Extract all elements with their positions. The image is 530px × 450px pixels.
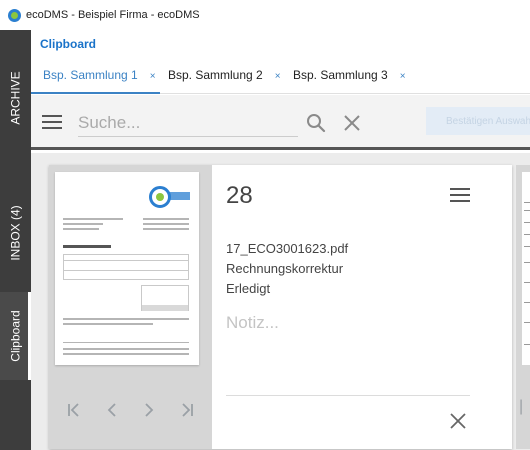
thumbnail-text-line	[63, 318, 189, 320]
next-page-icon[interactable]	[136, 397, 162, 423]
tab-collection-1[interactable]: Bsp. Sammlung 1 ×	[31, 68, 160, 94]
thumbnail-text-line	[143, 218, 189, 220]
document-thumbnail[interactable]	[55, 172, 199, 365]
document-filename: 17_ECO3001623.pdf	[226, 241, 349, 256]
thumbnail-text-line	[524, 234, 530, 235]
document-card-area: 28 17_ECO3001623.pdf Rechnungskorrektur …	[31, 153, 530, 450]
document-menu-icon[interactable]	[450, 188, 470, 202]
thumbnail-text-line	[63, 218, 123, 220]
first-page-icon[interactable]	[61, 397, 87, 423]
close-icon[interactable]: ×	[150, 71, 156, 82]
tab-collection-3-label: Bsp. Sammlung 3	[293, 68, 388, 82]
clipboard-view: Clipboard Bsp. Sammlung 1 × Bsp. Sammlung…	[31, 30, 530, 450]
window-title: ecoDMS - Beispiel Firma - ecoDMS	[26, 9, 200, 21]
thumbnail-heading	[63, 245, 111, 248]
first-page-icon[interactable]: |	[519, 398, 523, 416]
thumbnail-text-line	[524, 262, 530, 263]
search-bar: Bestätigen Auswahl	[31, 95, 530, 150]
thumbnail-footer-line	[63, 348, 189, 350]
tab-collection-2[interactable]: Bsp. Sammlung 2 ×	[168, 68, 281, 94]
thumbnail-text-line	[524, 202, 530, 203]
document-type: Rechnungskorrektur	[226, 261, 344, 276]
tab-collection-1-label: Bsp. Sammlung 1	[43, 68, 138, 82]
last-page-icon[interactable]	[174, 397, 200, 423]
document-details: 28 17_ECO3001623.pdf Rechnungskorrektur …	[212, 165, 512, 449]
tab-collection-2-label: Bsp. Sammlung 2	[168, 68, 263, 82]
thumbnail-brand-mark	[168, 192, 190, 200]
rail-tab-clipboard-label: Clipboard	[8, 310, 23, 362]
thumbnail-text-line	[143, 228, 189, 230]
search-icon[interactable]	[306, 113, 326, 133]
next-document-card[interactable]: |	[516, 165, 530, 449]
clear-search-icon[interactable]	[343, 114, 361, 132]
thumbnail-text-line	[524, 246, 530, 247]
rail-tab-inbox-label: INBOX (4)	[8, 205, 23, 261]
rail-tab-clipboard[interactable]: Clipboard	[0, 292, 31, 380]
document-preview-panel	[49, 165, 212, 449]
window-titlebar: ecoDMS - Beispiel Firma - ecoDMS	[0, 0, 530, 30]
collection-tabs: Bsp. Sammlung 1 × Bsp. Sammlung 2 × Bsp. S…	[31, 58, 530, 94]
document-number: 28	[226, 182, 253, 209]
page-title: Clipboard	[40, 37, 96, 51]
previous-page-icon[interactable]	[99, 397, 125, 423]
thumbnail-text-line	[63, 323, 153, 325]
remove-from-clipboard-icon[interactable]	[446, 409, 470, 433]
left-rail: ARCHIVE INBOX (4) Clipboard	[0, 30, 31, 450]
thumbnail-text-line	[524, 282, 530, 283]
card-divider	[226, 395, 470, 396]
thumbnail-text-line	[63, 223, 103, 225]
note-input[interactable]	[226, 309, 470, 337]
menu-icon[interactable]	[42, 115, 62, 129]
ecodms-logo-icon	[8, 8, 21, 22]
tab-collection-3[interactable]: Bsp. Sammlung 3 ×	[293, 68, 406, 94]
thumbnail-footer-line	[63, 353, 189, 355]
page-navigation	[49, 371, 212, 449]
thumbnail-text-line	[524, 344, 530, 345]
thumbnail-totals	[141, 285, 189, 311]
thumbnail-text-line	[524, 302, 530, 303]
close-icon[interactable]: ×	[275, 71, 281, 82]
document-status: Erledigt	[226, 281, 271, 296]
close-icon[interactable]: ×	[400, 71, 406, 82]
confirm-selection-button[interactable]: Bestätigen Auswahl	[426, 107, 530, 135]
thumbnail-text-line	[143, 223, 189, 225]
thumbnail-table	[63, 254, 189, 280]
thumbnail-text-line	[524, 210, 530, 211]
thumbnail-text-line	[524, 222, 530, 223]
rail-tab-inbox[interactable]: INBOX (4)	[0, 198, 31, 268]
thumbnail-footer-rule	[63, 342, 189, 343]
thumbnail-text-line	[524, 322, 530, 323]
next-document-thumbnail	[522, 172, 530, 365]
rail-tab-archive-label: ARCHIVE	[8, 71, 23, 125]
rail-tab-archive[interactable]: ARCHIVE	[0, 58, 31, 138]
thumbnail-text-line	[63, 228, 99, 230]
document-card: 28 17_ECO3001623.pdf Rechnungskorrektur …	[49, 165, 512, 449]
search-input[interactable]	[78, 109, 298, 137]
